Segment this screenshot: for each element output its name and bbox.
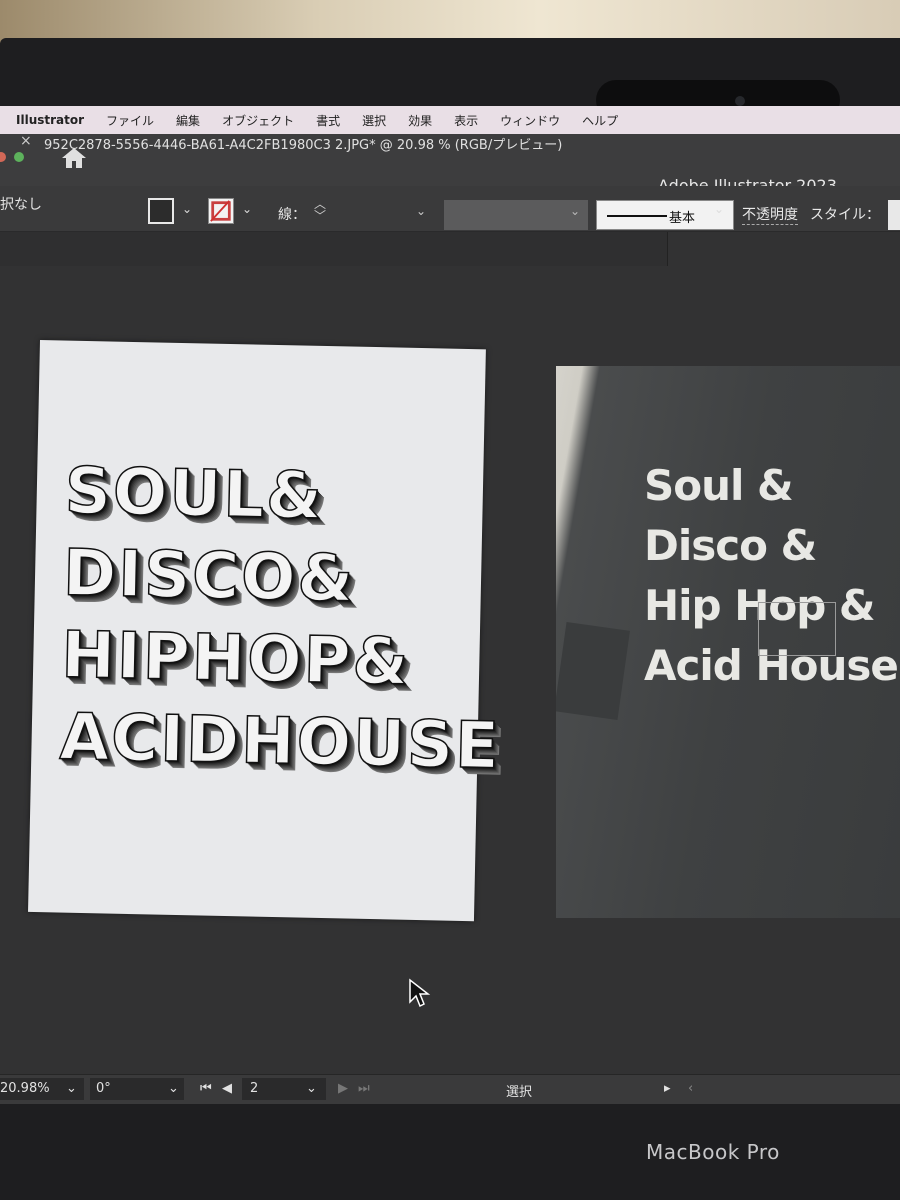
brush-stroke-preview — [607, 215, 667, 217]
menu-help[interactable]: ヘルプ — [582, 112, 618, 129]
selection-bounding-box[interactable] — [758, 602, 836, 656]
rotation-chevron-down-icon[interactable]: ⌄ — [168, 1081, 179, 1096]
status-arrow-icon[interactable]: ▸ — [664, 1081, 671, 1096]
menu-app-name[interactable]: Illustrator — [16, 113, 84, 127]
scroll-left-icon[interactable]: ‹ — [688, 1081, 693, 1096]
stroke-weight-label: 線： — [278, 207, 306, 223]
device-brand: MacBook Pro — [646, 1140, 780, 1164]
camera-icon — [735, 96, 745, 106]
last-artboard-icon[interactable]: ⏭ — [358, 1081, 370, 1096]
art-line: DISCO& — [62, 536, 357, 618]
menu-edit[interactable]: 編集 — [176, 112, 200, 129]
menu-window[interactable]: ウィンドウ — [500, 112, 560, 129]
menu-view[interactable]: 表示 — [454, 112, 478, 129]
menu-effect[interactable]: 効果 — [408, 112, 432, 129]
menu-file[interactable]: ファイル — [106, 112, 154, 129]
style-label: スタイル： — [810, 207, 880, 223]
tool-status: 選択 — [506, 1085, 533, 1100]
stroke-color-swatch[interactable] — [208, 198, 234, 224]
shirt-line: Disco & — [644, 521, 817, 570]
status-bar: 20.98% ⌄ 0° ⌄ ⏮ ◀ 2 ⌄ ▶ ⏭ 選択 ▸ ‹ — [0, 1074, 900, 1104]
rotation-value[interactable]: 0° — [96, 1081, 111, 1096]
artboard-chevron-down-icon[interactable]: ⌄ — [306, 1081, 317, 1096]
document-tab[interactable] — [0, 232, 668, 266]
art-line: SOUL& — [63, 454, 325, 535]
document-tab-title[interactable]: 952C2878-5556-4446-BA61-A4C2FB1980C3 2.J… — [44, 134, 562, 153]
zoom-chevron-down-icon[interactable]: ⌄ — [66, 1081, 77, 1096]
selection-status: 択なし — [0, 197, 42, 213]
brush-label: 基本 — [669, 211, 696, 226]
menu-object[interactable]: オブジェクト — [222, 112, 294, 129]
tab-close-icon[interactable]: × — [20, 133, 32, 149]
brush-chevron-down-icon[interactable]: ⌄ — [714, 202, 724, 216]
art-line: ACIDHOUSE — [58, 700, 502, 785]
artboard-artwork: SOUL& DISCO& HIPHOP& ACIDHOUSE — [58, 451, 502, 787]
next-artboard-icon[interactable]: ▶ — [338, 1081, 348, 1096]
stroke-chevron-down-icon[interactable]: ⌄ — [242, 202, 252, 216]
shirt-sleeve — [556, 621, 630, 721]
fill-chevron-down-icon[interactable]: ⌄ — [182, 202, 192, 216]
shirt-line: Soul & — [644, 461, 794, 510]
art-line: HIPHOP& — [60, 618, 412, 701]
menu-type[interactable]: 書式 — [316, 112, 340, 129]
previous-artboard-icon[interactable]: ◀ — [222, 1081, 232, 1096]
placed-tshirt-photo[interactable]: Soul & Disco & Hip Hop & Acid House — [556, 366, 900, 918]
fill-color-swatch[interactable] — [148, 198, 174, 224]
first-artboard-icon[interactable]: ⏮ — [200, 1081, 212, 1096]
zoom-level[interactable]: 20.98% — [0, 1081, 50, 1096]
graphic-style-swatch[interactable] — [888, 200, 900, 230]
opacity-link[interactable]: 不透明度 — [742, 204, 798, 225]
shirt-print: Soul & Disco & Hip Hop & Acid House — [644, 456, 900, 696]
zoom-window-button[interactable] — [14, 152, 24, 162]
stroke-weight-stepper-icon[interactable]: ︿ ﹀ — [314, 198, 326, 222]
stroke-weight-chevron-down-icon[interactable]: ⌄ — [416, 204, 426, 218]
artboard-number[interactable]: 2 — [250, 1081, 258, 1096]
menu-select[interactable]: 選択 — [362, 112, 386, 129]
profile-chevron-down-icon[interactable]: ⌄ — [570, 204, 580, 218]
mouse-cursor-icon — [409, 978, 431, 1008]
artboard[interactable]: SOUL& DISCO& HIPHOP& ACIDHOUSE — [28, 340, 502, 922]
variable-width-profile-field[interactable] — [444, 200, 588, 230]
menu-bar: Illustrator ファイル 編集 オブジェクト 書式 選択 効果 表示 ウ… — [0, 106, 900, 134]
